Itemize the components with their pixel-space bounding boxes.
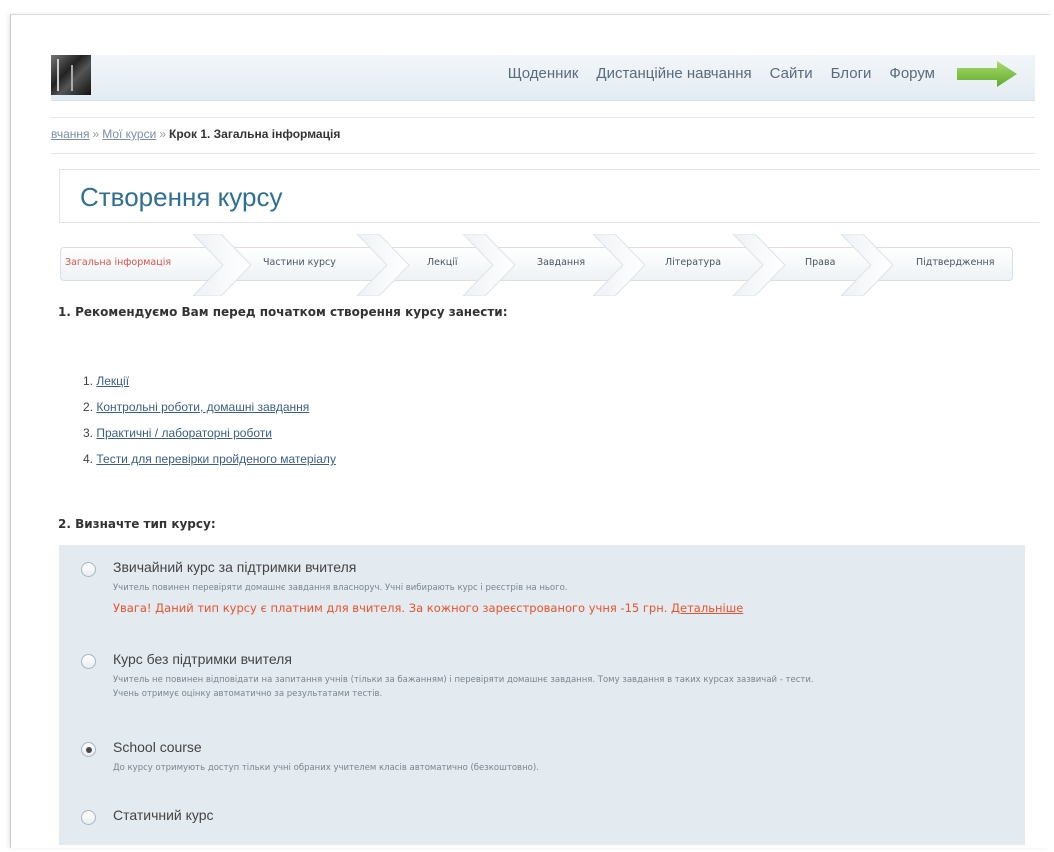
breadcrumb-current: Крок 1. Загальна інформація [169,127,341,141]
nav-forum[interactable]: Форум [889,65,935,82]
step-course-parts[interactable]: Частини курсу [263,257,336,268]
section-recommendations-heading: 1. Рекомендуємо Вам перед початком створ… [58,305,508,319]
link-practical-work[interactable]: Практичні / лабораторні роботи [96,426,272,440]
option-warning: Увага! Даний тип курсу є платним для вчи… [113,601,743,615]
section-course-type-heading: 2. Визначте тип курсу: [58,517,216,531]
step-general-info[interactable]: Загальна інформація [65,257,171,268]
list-number: 4. [83,452,94,466]
header-divider [51,117,1035,118]
option-title: School course [113,739,202,755]
step-assignments[interactable]: Завдання [537,257,585,268]
option-title: Статичний курс [113,807,214,823]
radio-static-course[interactable] [81,810,96,825]
recommendations-list: 1. Лекції 2. Контрольні роботи, домашні … [83,373,336,477]
breadcrumb-separator: » [92,127,100,141]
list-item: 3. Практичні / лабораторні роботи [83,425,336,451]
top-navigation-bar: Щоденник Дистанційне навчання Сайти Блог… [51,55,1035,101]
step-lectures[interactable]: Лекції [427,257,457,268]
option-description-2: Учень отримує оцінку автоматично за резу… [113,689,383,699]
nav-distance-learning[interactable]: Дистанційне навчання [596,65,751,82]
main-nav: Щоденник Дистанційне навчання Сайти Блог… [508,65,935,82]
link-material-tests[interactable]: Тести для перевірки пройденого матеріалу [96,452,336,466]
nav-diary[interactable]: Щоденник [508,65,579,82]
link-lectures[interactable]: Лекції [96,374,129,388]
list-number: 2. [83,400,94,414]
option-title: Звичайний курс за підтримки вчителя [113,559,357,575]
option-title: Курс без підтримки вчителя [113,651,292,667]
details-link[interactable]: Детальніше [671,601,743,615]
wizard-steps: Загальна інформація Частини курсу Лекції… [60,234,1013,296]
radio-teacher-supported[interactable] [81,562,96,577]
nav-sites[interactable]: Сайти [770,65,813,82]
option-description: До курсу отримують доступ тільки учні об… [113,763,539,773]
option-description: Учитель не повинен відповідати на запита… [113,675,814,685]
breadcrumb-divider [51,153,1035,154]
page-title: Створення курсу [80,182,283,212]
breadcrumb-link-learning[interactable]: вчання [51,127,90,141]
step-literature[interactable]: Література [665,257,721,268]
course-type-options: Звичайний курс за підтримки вчителя Учит… [59,545,1025,845]
list-number: 3. [83,426,94,440]
warning-text: Увага! Даний тип курсу є платним для вчи… [113,601,668,615]
list-item: 1. Лекції [83,373,336,399]
arrow-right-icon[interactable] [957,61,1017,87]
list-item: 2. Контрольні роботи, домашні завдання [83,399,336,425]
radio-school-course[interactable] [81,742,96,757]
browser-frame: Щоденник Дистанційне навчання Сайти Блог… [10,14,1050,848]
link-tests-homework[interactable]: Контрольні роботи, домашні завдання [96,400,309,414]
page-title-box: Створення курсу [59,169,1039,223]
option-description: Учитель повинен перевіряти домашнє завда… [113,583,568,593]
step-rights[interactable]: Права [805,257,835,268]
breadcrumb-link-my-courses[interactable]: Мої курси [102,127,156,141]
list-number: 1. [83,374,94,388]
list-item: 4. Тести для перевірки пройденого матері… [83,451,336,477]
nav-blogs[interactable]: Блоги [831,65,872,82]
radio-no-teacher[interactable] [81,654,96,669]
breadcrumb: вчання» Мої курси» Крок 1. Загальна інформ… [51,127,340,141]
breadcrumb-separator: » [159,127,166,141]
step-confirmation[interactable]: Підтвердження [916,257,994,268]
site-logo[interactable] [51,55,91,95]
